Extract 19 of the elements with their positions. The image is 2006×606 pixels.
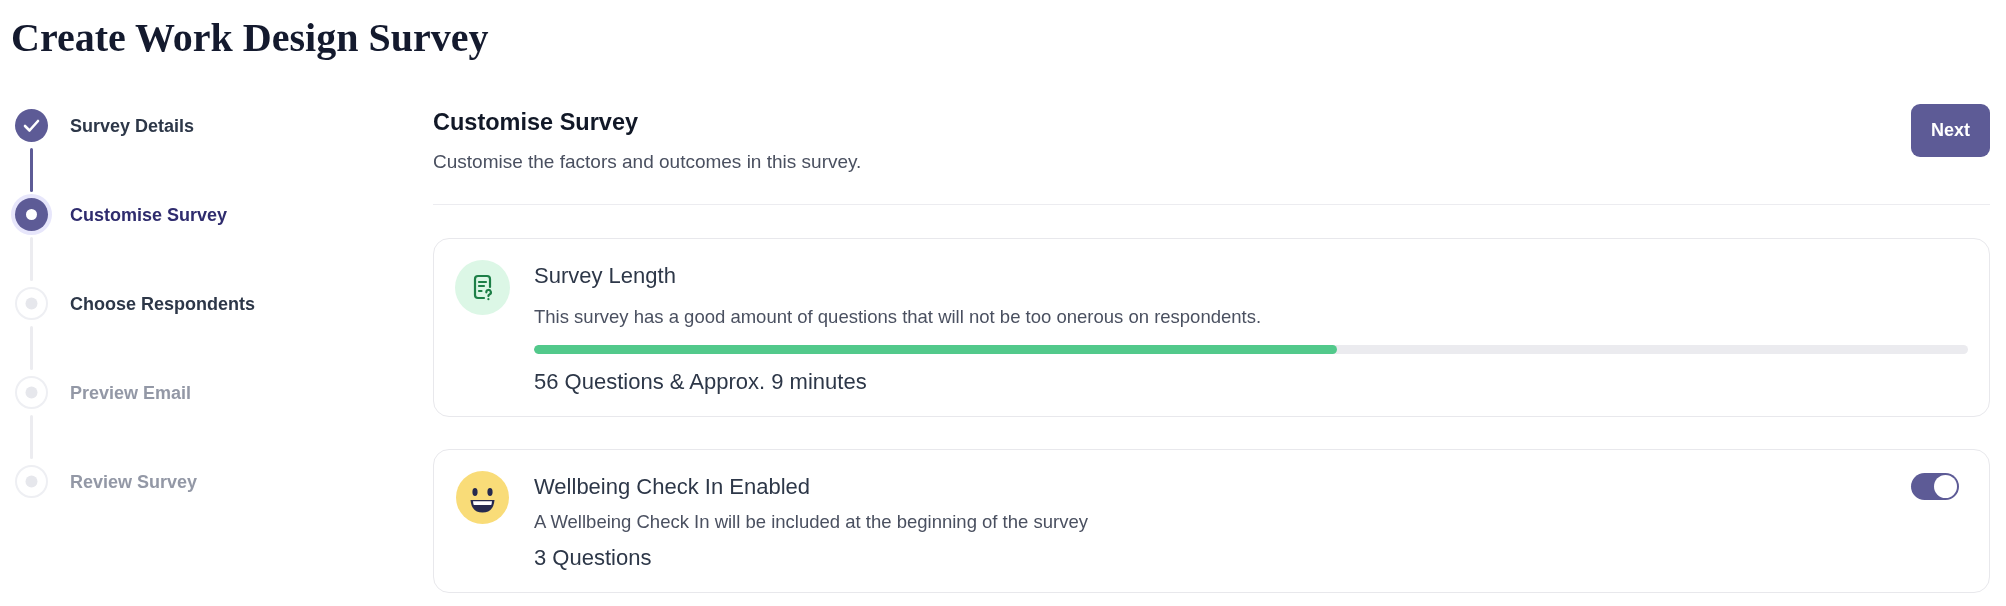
next-button[interactable]: Next xyxy=(1911,104,1990,157)
card-description: A Wellbeing Check In will be included at the beginning of the survey xyxy=(534,510,1088,534)
step-label: Review Survey xyxy=(70,470,198,493)
page-title: Create Work Design Survey xyxy=(11,14,489,62)
step-connector-line xyxy=(30,148,33,192)
card-title: Survey Length xyxy=(534,263,676,289)
card-summary: 3 Questions xyxy=(534,545,652,571)
step-label: Preview Email xyxy=(70,381,192,404)
section-title: Customise Survey xyxy=(433,108,639,136)
step-label[interactable]: Survey Details xyxy=(70,114,195,137)
card-title: Wellbeing Check In Enabled xyxy=(534,474,810,500)
card-summary: 56 Questions & Approx. 9 minutes xyxy=(534,369,867,395)
smiley-face-icon xyxy=(456,471,509,524)
toggle-switch[interactable] xyxy=(1911,473,1959,500)
card-description: This survey has a good amount of questions that will not be too onerous on respondents. xyxy=(534,305,1262,329)
step-label[interactable]: Choose Respondents xyxy=(70,292,256,315)
step-label[interactable]: Customise Survey xyxy=(70,203,228,226)
document-question-icon xyxy=(455,260,510,315)
section-subtitle: Customise the factors and outcomes in this survey. xyxy=(433,150,862,174)
